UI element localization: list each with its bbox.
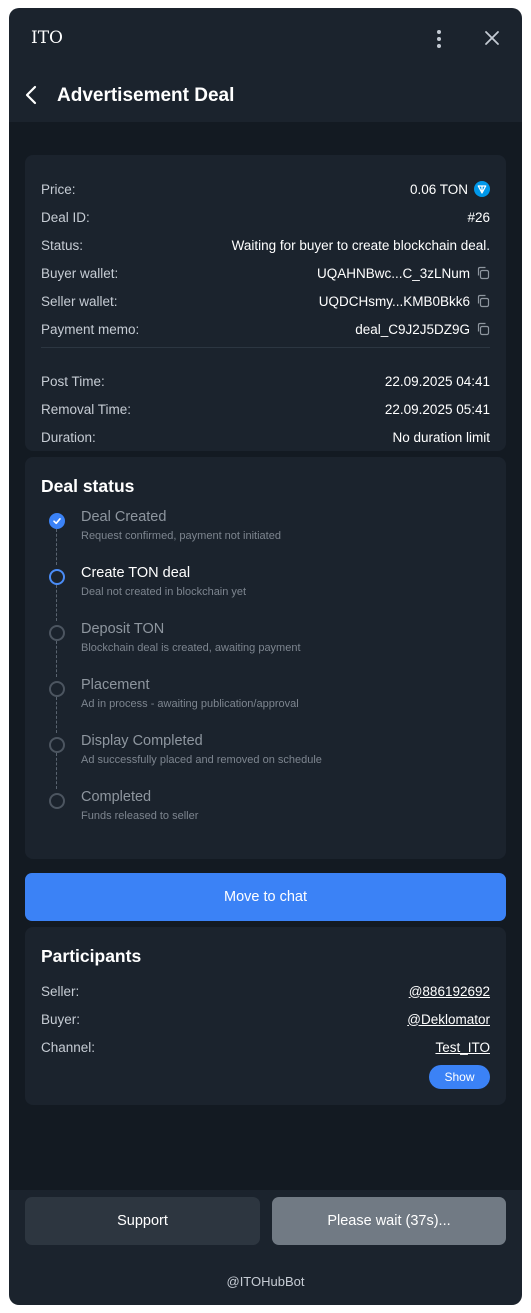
price-value: 0.06 TON (409, 181, 468, 197)
removal-time-value: 22.09.2025 05:41 (384, 401, 490, 417)
footer: Support Please wait (37s)... @ITOHubBot (9, 1190, 522, 1305)
seller-row: Seller: @886192692 (41, 981, 490, 1001)
check-icon (49, 513, 65, 529)
page-header: Advertisement Deal (9, 68, 522, 122)
step-title: Display Completed (81, 733, 203, 749)
channel-link[interactable]: Test_ITO (435, 1040, 490, 1055)
app-window: ITO Advertisement Deal Price: 0.06 TON D… (9, 8, 522, 1305)
seller-label: Seller: (41, 983, 80, 999)
please-wait-button[interactable]: Please wait (37s)... (272, 1197, 506, 1245)
pending-step-icon (49, 625, 65, 641)
post-time-label: Post Time: (41, 373, 105, 389)
chevron-left-icon[interactable] (21, 84, 43, 106)
copy-icon[interactable] (476, 294, 490, 308)
participants-card: Participants Seller: @886192692 Buyer: @… (25, 927, 506, 1105)
payment-memo-row: Payment memo: deal_C9J2J5DZ9G (41, 319, 490, 339)
buyer-wallet-value: UQAHNBwc...C_3zLNum (316, 265, 470, 281)
duration-value: No duration limit (392, 429, 490, 445)
pending-step-icon (49, 737, 65, 753)
step-placement: Placement Ad in process - awaiting publi… (41, 677, 491, 717)
seller-wallet-value-group: UQDCHsmy...KMB0Bkk6 (319, 294, 490, 309)
duration-row: Duration: No duration limit (41, 427, 490, 447)
channel-row: Channel: Test_ITO (41, 1037, 490, 1057)
deal-id-value: #26 (467, 209, 490, 225)
copy-icon[interactable] (476, 266, 490, 280)
step-subtitle: Deal not created in blockchain yet (81, 586, 247, 598)
step-subtitle: Funds released to seller (81, 810, 199, 822)
seller-wallet-label: Seller wallet: (41, 293, 118, 309)
buyer-row: Buyer: @Deklomator (41, 1009, 490, 1029)
status-label: Status: (41, 237, 84, 253)
deal-info-card: Price: 0.06 TON Deal ID: #26 Status: Wai… (25, 155, 506, 451)
seller-link[interactable]: @886192692 (409, 984, 490, 999)
buyer-wallet-value-group: UQAHNBwc...C_3zLNum (317, 266, 490, 281)
step-display-completed: Display Completed Ad successfully placed… (41, 733, 491, 773)
step-title: Placement (81, 677, 150, 693)
deal-status-title: Deal status (41, 476, 135, 496)
buyer-wallet-label: Buyer wallet: (41, 265, 119, 281)
buyer-link[interactable]: @Deklomator (407, 1012, 490, 1027)
deal-id-label: Deal ID: (41, 209, 90, 225)
step-deal-created: Deal Created Request confirmed, payment … (41, 509, 491, 549)
post-time-value: 22.09.2025 04:41 (384, 373, 490, 389)
active-step-icon (49, 569, 65, 585)
copy-icon[interactable] (476, 322, 490, 336)
post-time-row: Post Time: 22.09.2025 04:41 (41, 371, 490, 391)
step-completed: Completed Funds released to seller (41, 789, 491, 829)
show-button[interactable]: Show (429, 1065, 490, 1089)
seller-wallet-row: Seller wallet: UQDCHsmy...KMB0Bkk6 (41, 291, 490, 311)
payment-memo-value: deal_C9J2J5DZ9G (355, 321, 470, 337)
bot-username: @ITOHubBot (226, 1274, 305, 1289)
divider (41, 347, 490, 348)
buyer-wallet-row: Buyer wallet: UQAHNBwc...C_3zLNum (41, 263, 490, 283)
payment-memo-value-group: deal_C9J2J5DZ9G (355, 322, 490, 337)
page-content[interactable]: Price: 0.06 TON Deal ID: #26 Status: Wai… (9, 122, 522, 1190)
deal-id-row: Deal ID: #26 (41, 207, 490, 227)
payment-memo-label: Payment memo: (41, 321, 140, 337)
status-row: Status: Waiting for buyer to create bloc… (41, 235, 490, 255)
ton-icon (474, 181, 490, 197)
step-deposit-ton: Deposit TON Blockchain deal is created, … (41, 621, 491, 661)
pending-step-icon (49, 681, 65, 697)
close-icon[interactable] (481, 27, 503, 49)
duration-label: Duration: (41, 429, 96, 445)
pending-step-icon (49, 793, 65, 809)
status-timeline: Deal Created Request confirmed, payment … (41, 509, 491, 839)
step-subtitle: Ad successfully placed and removed on sc… (81, 754, 322, 766)
step-title: Deposit TON (81, 621, 165, 637)
removal-time-label: Removal Time: (41, 401, 132, 417)
price-label: Price: (41, 181, 76, 197)
status-value: Waiting for buyer to create blockchain d… (231, 237, 490, 253)
step-subtitle: Blockchain deal is created, awaiting pay… (81, 642, 301, 654)
price-row: Price: 0.06 TON (41, 179, 490, 199)
seller-wallet-value: UQDCHsmy...KMB0Bkk6 (318, 293, 470, 309)
removal-time-row: Removal Time: 22.09.2025 05:41 (41, 399, 490, 419)
step-subtitle: Ad in process - awaiting publication/app… (81, 698, 299, 710)
buyer-label: Buyer: (41, 1011, 81, 1027)
step-title: Create TON deal (81, 565, 191, 581)
participants-title: Participants (41, 946, 142, 966)
title-bar: ITO (9, 8, 522, 68)
page-title: Advertisement Deal (57, 85, 235, 106)
price-value-group: 0.06 TON (410, 181, 490, 197)
step-title: Deal Created (81, 509, 167, 525)
kebab-menu-icon[interactable] (428, 28, 450, 50)
step-subtitle: Request confirmed, payment not initiated (81, 530, 281, 542)
step-create-ton-deal: Create TON deal Deal not created in bloc… (41, 565, 491, 605)
move-to-chat-button[interactable]: Move to chat (25, 873, 506, 921)
support-button[interactable]: Support (25, 1197, 260, 1245)
step-title: Completed (81, 789, 152, 805)
deal-status-card: Deal status Deal Created Request confirm… (25, 457, 506, 859)
app-name: ITO (31, 28, 63, 48)
channel-label: Channel: (41, 1039, 96, 1055)
